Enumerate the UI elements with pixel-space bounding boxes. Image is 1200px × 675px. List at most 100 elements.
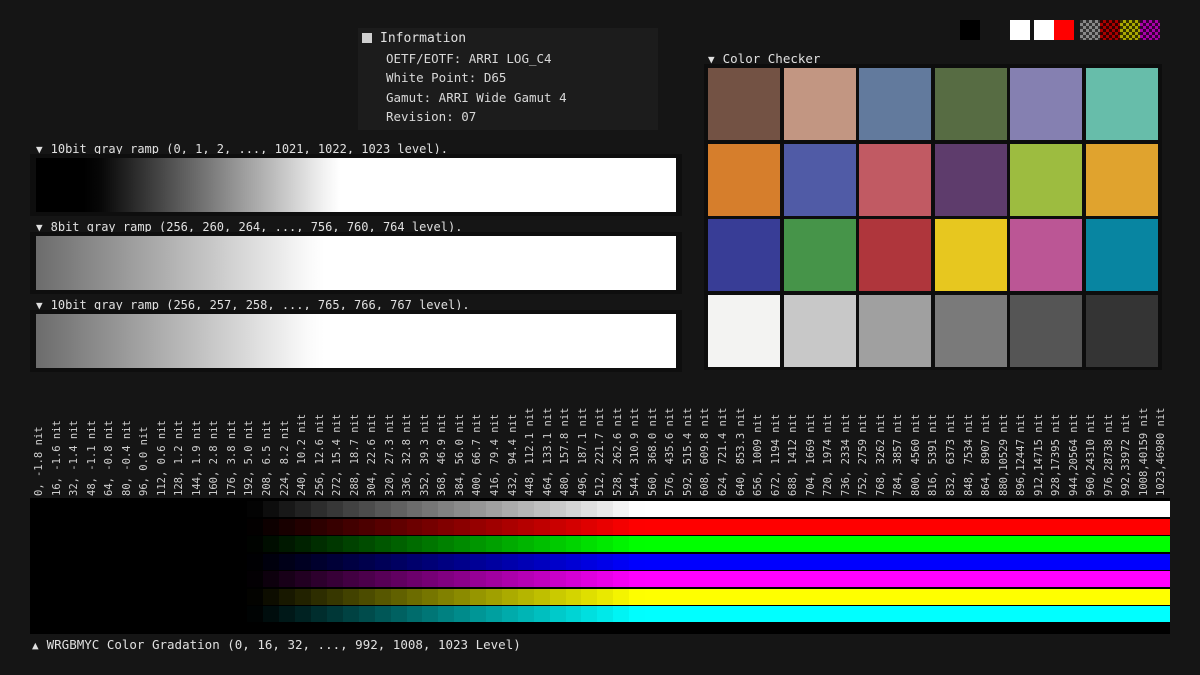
nit-label: 896,12447 nit [1015, 413, 1028, 496]
swatch-red [1054, 20, 1074, 40]
nit-label: 288, 18.7 nit [348, 413, 361, 496]
color-checker-grid [704, 64, 1162, 370]
wrgbmyc-gradation [30, 498, 1170, 634]
swatch-near-black [985, 20, 1005, 40]
nit-label: 736, 2334 nit [839, 413, 852, 496]
nit-label: 880,10529 nit [997, 413, 1010, 496]
nit-label: 848, 7534 nit [962, 413, 975, 496]
nit-label: 688, 1412 nit [787, 413, 800, 496]
nit-label: 464, 133.1 nit [541, 407, 554, 496]
color-checker-patch [859, 219, 931, 291]
nit-label: 448, 112.1 nit [524, 407, 537, 496]
info-gamut: Gamut: ARRI Wide Gamut 4 [386, 90, 567, 105]
gray-ramp-10bit-full [36, 158, 676, 212]
nit-label: 912,14715 nit [1032, 413, 1045, 496]
gradation-row-cyan [152, 606, 1170, 622]
nit-label: 160, 2.8 nit [208, 420, 221, 496]
nit-label: 928,17395 nit [1050, 413, 1063, 496]
color-checker-patch [708, 219, 780, 291]
nit-label: 512, 221.7 nit [594, 407, 607, 496]
nit-label: 144, 1.9 nit [190, 420, 203, 496]
nit-label: 576, 435.6 nit [664, 407, 677, 496]
color-checker-patch [1010, 219, 1082, 291]
nit-label: 432, 94.4 nit [506, 413, 519, 496]
nit-label: 832, 6373 nit [945, 413, 957, 496]
nit-label: 960,24310 nit [1085, 413, 1098, 496]
swatch-checker-magenta [1140, 20, 1160, 40]
nit-label: 96, 0.0 nit [138, 426, 151, 496]
nit-label: 768, 3262 nit [874, 413, 887, 496]
color-checker-patch [934, 219, 1007, 291]
color-checker-patch [1085, 294, 1158, 367]
nit-label: 496, 187.1 nit [576, 407, 589, 496]
swatch-checker-yellow [1120, 20, 1140, 40]
nit-label: 800, 4560 nit [909, 413, 922, 496]
nit-label: 256, 12.6 nit [313, 413, 326, 496]
information-header: Information [362, 31, 466, 46]
square-icon [362, 33, 372, 43]
gradation-row-magenta [152, 571, 1170, 587]
color-checker-patch [1010, 68, 1082, 140]
color-checker-patch [783, 143, 856, 216]
color-checker-patch [1010, 143, 1082, 216]
nit-label: 528, 262.6 nit [611, 407, 624, 496]
nit-label: 320, 27.3 nit [383, 413, 396, 496]
info-revision: Revision: 07 [386, 109, 477, 124]
nit-label: 384, 56.0 nit [453, 413, 466, 496]
nit-label: 368, 46.9 nit [436, 413, 449, 496]
nit-label: 992,33972 nit [1120, 413, 1133, 496]
nit-label: 640, 853.3 nit [734, 407, 747, 496]
color-checker-patch [783, 294, 856, 367]
information-title: Information [380, 31, 467, 46]
nit-label: 816, 5391 nit [927, 413, 940, 496]
nit-label: 176, 3.8 nit [225, 420, 238, 496]
nit-label: 80, -0.4 nit [120, 420, 133, 496]
nit-label: 240, 10.2 nit [296, 413, 309, 496]
nit-label: 400, 66.7 nit [471, 413, 484, 496]
nit-label: 64, -0.8 nit [103, 420, 116, 496]
swatch-checker-red [1100, 20, 1120, 40]
color-checker-patch [1085, 143, 1158, 216]
nit-label: 416, 79.4 nit [489, 413, 501, 496]
nit-label: 48, -1.1 nit [85, 420, 98, 496]
gradation-row-white [152, 501, 1170, 517]
gradation-label: ▲ WRGBMYC Color Gradation (0, 16, 32, ...… [32, 637, 521, 652]
swatch-white-1 [1010, 20, 1030, 40]
color-checker-patch [1010, 294, 1082, 367]
nit-label: 672, 1194 nit [769, 413, 782, 496]
nit-label: 128, 1.2 nit [173, 420, 186, 496]
nit-label: 16, -1.6 nit [50, 420, 63, 496]
gradation-row-blue [152, 553, 1170, 570]
color-checker-patch [708, 68, 780, 140]
color-checker-patch [783, 68, 856, 140]
color-checker-patch [859, 294, 931, 367]
nit-label: 192, 5.0 nit [243, 420, 256, 496]
gradation-row-yellow [152, 588, 1170, 605]
color-checker-patch [859, 68, 931, 140]
nit-label: 624, 721.4 nit [717, 407, 729, 496]
info-oetf: OETF/EOTF: ARRI LOG_C4 [386, 51, 552, 66]
color-checker-patch [783, 219, 856, 291]
nit-label: 352, 39.3 nit [418, 413, 431, 496]
triangle-up-icon: ▲ [32, 639, 39, 652]
nit-label: 1023,46980 nit [1155, 407, 1168, 496]
nit-label: 656, 1009 nit [752, 413, 765, 496]
swatch-checker-gray [1080, 20, 1100, 40]
nit-label: 304, 22.6 nit [366, 413, 379, 496]
gradation-row-green [152, 536, 1170, 552]
color-checker-patch [708, 143, 780, 216]
nit-label: 976,28738 nit [1102, 413, 1115, 496]
nit-label: 544, 310.9 nit [629, 407, 642, 496]
nit-label: 608, 609.8 nit [699, 407, 712, 496]
nit-label: 560, 368.0 nit [646, 407, 659, 496]
nit-label: 208, 6.5 nit [261, 420, 273, 496]
gradation-row-red [152, 518, 1170, 535]
nit-label: 720, 1974 nit [822, 413, 835, 496]
gray-ramp-8bit [36, 236, 676, 290]
info-white-point: White Point: D65 [386, 70, 507, 85]
color-checker-patch [1085, 68, 1158, 140]
nit-label: 752, 2759 nit [857, 413, 870, 496]
nit-label: 784, 3857 nit [892, 413, 905, 496]
nit-label: 272, 15.4 nit [331, 413, 344, 496]
nit-label: 0, -1.8 nit [33, 426, 45, 496]
